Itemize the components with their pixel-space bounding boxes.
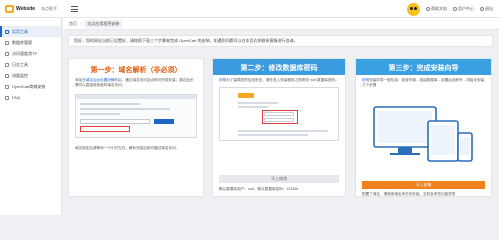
step2-header: 第二步：修改数据库密码 [213, 59, 345, 75]
cart-icon [5, 84, 9, 89]
sidebar-item-traffic[interactable]: 流量监控 [0, 70, 61, 81]
install-now-button[interactable]: 马上安装 [362, 181, 485, 189]
sidebar-item-opencart[interactable]: OpenCart商城安装 [0, 81, 61, 92]
menu-toggle-icon[interactable] [71, 6, 78, 12]
tools-icon [5, 29, 9, 34]
help-docs-link[interactable]: 帮助文档 [426, 6, 447, 12]
step3-footer: 配置了域名，请使用域名来访问安装，否则会有些功能异常 [362, 192, 456, 196]
step2-footer: 默认数据库用户：root，默认数据库密码：123456 [219, 187, 299, 191]
log-icon [5, 62, 9, 67]
step2-desc-rest: 为了保障您的应用安全，请在进入安装程序之前修改 root 数据库密码。 [226, 78, 339, 82]
breadcrumb-home[interactable]: 首页 [69, 21, 77, 27]
brand-subtitle: 站点助手 [41, 6, 58, 11]
breadcrumb: 首页 › 站点应用程序安装 [63, 18, 499, 30]
sidebar-item-label: FAQ [12, 95, 21, 100]
step2-title: 第二步：修改数据库密码 [240, 65, 318, 72]
step1-note: 域名绑定后请等待一个小时左右，解析完成后即可通过域名访问。 [75, 146, 180, 150]
step1-screenshot [75, 94, 197, 138]
sidebar-item-label: OpenCart商城安装 [12, 83, 46, 89]
help-icon [426, 7, 430, 11]
brand-name: Website [16, 6, 36, 12]
step3-card: 第三步：完成安装向导 说明安装向导一般包括：检查环境→连接数据库→设置后台账号→… [355, 58, 492, 197]
breadcrumb-separator: › [80, 21, 82, 26]
header-actions: 帮助文档 用户中心 退出 [407, 2, 493, 16]
sidebar-item-logs[interactable]: 日志工具 [0, 59, 61, 70]
info-notice: 您好，您的网站当前已设置好，请按照下面三个步骤来完成 OpenCart 的安装，… [68, 35, 493, 47]
step1-card: 第一步：域名解析（非必须） 添加在域名后台设置好解析后，通过域名访问站点即可完成… [68, 58, 204, 197]
sidebar-item-speedtest[interactable]: 访问速度测TP [0, 48, 61, 59]
step3-desc-rest: 安装向导一般包括：检查环境→连接数据库→设置后台账号→初始化安装几个步骤 [362, 78, 485, 87]
step3-header: 第三步：完成安装向导 [356, 59, 491, 75]
user-center-label: 用户中心 [458, 6, 474, 11]
step1-title: 第一步：域名解析（非必须） [90, 67, 182, 74]
speed-icon [5, 51, 9, 56]
user-icon [453, 7, 457, 11]
sidebar-item-label: 访问速度测TP [12, 50, 38, 56]
avatar[interactable] [407, 2, 420, 16]
app-logo[interactable]: Website 站点助手 [5, 4, 57, 14]
logout-label: 退出 [485, 6, 493, 11]
logout-icon [480, 7, 484, 11]
sidebar-item-label: 日志工具 [12, 61, 28, 67]
help-docs-label: 帮助文档 [431, 6, 447, 11]
sidebar-item-database[interactable]: 数据库管理 [0, 37, 61, 48]
step1-desc-link[interactable]: 在域名后台设置好解析 [82, 78, 118, 82]
logo-icon [5, 5, 14, 13]
sidebar-item-label: 流量监控 [12, 72, 28, 78]
sidebar-item-label: 数据库管理 [12, 39, 32, 45]
top-bar: Website 站点助手 帮助文档 用户中心 退出 [0, 0, 499, 18]
user-center-link[interactable]: 用户中心 [453, 6, 474, 12]
step3-description: 说明安装向导一般包括：检查环境→连接数据库→设置后台账号→初始化安装几个步骤 [356, 75, 491, 88]
modify-password-button[interactable]: 马上修改 [219, 175, 339, 183]
sidebar-item-label: 实用工具 [12, 28, 28, 34]
sidebar: 实用工具 数据库管理 访问速度测TP 日志工具 流量监控 OpenCart商城安… [0, 18, 62, 215]
sidebar-item-tools[interactable]: 实用工具 [0, 26, 61, 37]
step2-description: 说明为了保障您的应用安全，请在进入安装程序之前修改 root 数据库密码。 [213, 75, 345, 83]
database-icon [5, 40, 9, 45]
chart-icon [5, 73, 9, 78]
step3-title: 第三步：完成安装向导 [388, 65, 459, 72]
notice-text: 您好，您的网站当前已设置好，请按照下面三个步骤来完成 OpenCart 的安装，… [74, 38, 298, 43]
step2-card: 第二步：修改数据库密码 说明为了保障您的应用安全，请在进入安装程序之前修改 ro… [212, 58, 346, 197]
step1-description: 添加在域名后台设置好解析后，通过域名访问站点即可完成安装；跳过此步骤可以直接使用… [69, 75, 203, 88]
devices-icon [373, 106, 473, 162]
sidebar-item-faq[interactable]: FAQ [0, 92, 61, 103]
devices-illustration [370, 103, 478, 169]
breadcrumb-current: 站点应用程序安装 [84, 19, 123, 28]
logout-link[interactable]: 退出 [480, 6, 493, 12]
step2-screenshot [219, 87, 339, 141]
question-icon [5, 95, 9, 100]
